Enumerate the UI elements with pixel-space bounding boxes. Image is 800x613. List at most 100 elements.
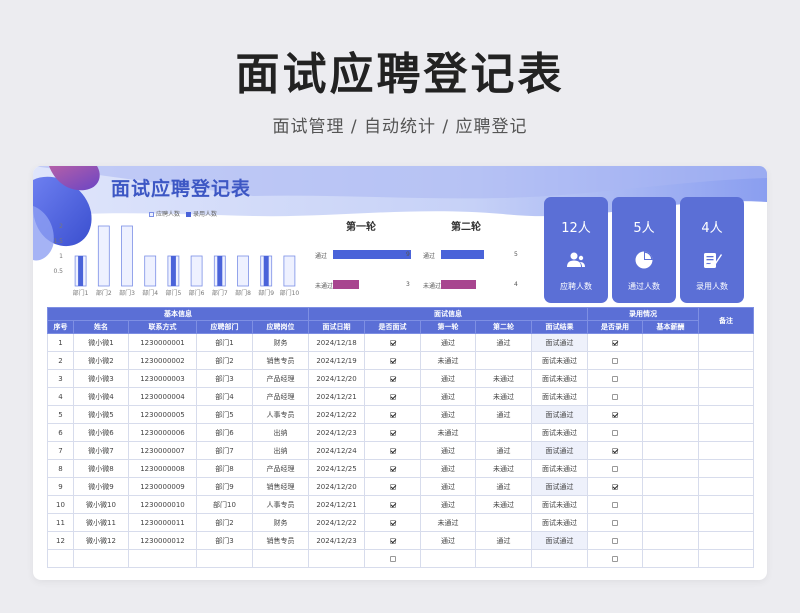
cell-name[interactable]: 微小微12 [73, 531, 129, 550]
cell-no[interactable]: 4 [47, 387, 74, 406]
cell-dept[interactable]: 部门2 [196, 351, 253, 370]
cell-hired[interactable] [587, 387, 644, 406]
cell-date[interactable]: 2024/12/25 [308, 459, 366, 478]
cell-result[interactable]: 面试未通过 [531, 459, 589, 478]
cell-hired[interactable] [587, 333, 644, 352]
cell-result[interactable]: 面试通过 [531, 405, 589, 424]
cell-phone[interactable]: 1230000009 [128, 477, 197, 496]
cell-no[interactable]: 6 [47, 423, 74, 442]
checkbox-hired[interactable] [612, 339, 619, 346]
cell-pos[interactable]: 人事专员 [251, 405, 310, 424]
cell-name[interactable]: 微小微5 [73, 405, 129, 424]
cell-result[interactable] [531, 549, 589, 568]
cell-no[interactable]: 5 [47, 405, 74, 424]
checkbox-hired[interactable] [612, 411, 619, 418]
cell-interviewed[interactable] [364, 405, 422, 424]
cell-interviewed[interactable] [364, 549, 422, 568]
cell-phone[interactable]: 1230000008 [128, 459, 197, 478]
cell-hired[interactable] [587, 459, 644, 478]
cell-result[interactable]: 面试通过 [531, 333, 589, 352]
checkbox-hired[interactable] [612, 429, 619, 436]
cell-phone[interactable]: 1230000007 [128, 441, 197, 460]
cell-interviewed[interactable] [364, 459, 422, 478]
cell-dept[interactable]: 部门7 [196, 441, 253, 460]
cell-r2[interactable] [475, 351, 533, 370]
cell-note[interactable] [698, 513, 755, 532]
cell-pos[interactable]: 销售经理 [251, 477, 310, 496]
cell-no[interactable]: 11 [47, 513, 74, 532]
cell-note[interactable] [698, 387, 755, 406]
cell-date[interactable]: 2024/12/22 [308, 513, 366, 532]
cell-r2[interactable]: 通过 [475, 405, 533, 424]
cell-no[interactable]: 1 [47, 333, 74, 352]
cell-pos[interactable]: 出纳 [251, 441, 310, 460]
cell-pos[interactable]: 财务 [251, 513, 310, 532]
cell-phone[interactable]: 1230000010 [128, 495, 197, 514]
cell-result[interactable]: 面试通过 [531, 441, 589, 460]
cell-name[interactable]: 微小微8 [73, 459, 129, 478]
cell-dept[interactable]: 部门4 [196, 387, 253, 406]
cell-r1[interactable]: 未通过 [420, 423, 477, 442]
cell-interviewed[interactable] [364, 351, 422, 370]
cell-r2[interactable]: 通过 [475, 477, 533, 496]
cell-note[interactable] [698, 549, 755, 568]
cell-r1[interactable]: 未通过 [420, 351, 477, 370]
cell-salary[interactable] [642, 351, 700, 370]
cell-salary[interactable] [642, 369, 700, 388]
cell-name[interactable]: 微小微1 [73, 333, 129, 352]
cell-pos[interactable]: 产品经理 [251, 369, 310, 388]
cell-salary[interactable] [642, 549, 700, 568]
cell-salary[interactable] [642, 405, 700, 424]
cell-r2[interactable]: 未通过 [475, 459, 533, 478]
cell-name[interactable]: 微小微9 [73, 477, 129, 496]
cell-note[interactable] [698, 477, 755, 496]
cell-r1[interactable] [420, 549, 477, 568]
cell-result[interactable]: 面试通过 [531, 477, 589, 496]
checkbox-hired[interactable] [612, 519, 619, 526]
cell-dept[interactable]: 部门1 [196, 333, 253, 352]
cell-result[interactable]: 面试未通过 [531, 369, 589, 388]
checkbox-interviewed[interactable] [389, 537, 396, 544]
cell-pos[interactable]: 销售专员 [251, 531, 310, 550]
cell-note[interactable] [698, 459, 755, 478]
cell-hired[interactable] [587, 477, 644, 496]
cell-salary[interactable] [642, 333, 700, 352]
cell-hired[interactable] [587, 549, 644, 568]
cell-note[interactable] [698, 369, 755, 388]
cell-r2[interactable]: 通过 [475, 441, 533, 460]
checkbox-hired[interactable] [612, 537, 619, 544]
cell-r2[interactable]: 通过 [475, 531, 533, 550]
checkbox-interviewed[interactable] [389, 447, 396, 454]
cell-name[interactable]: 微小微10 [73, 495, 129, 514]
cell-no[interactable]: 7 [47, 441, 74, 460]
cell-name[interactable] [73, 549, 129, 568]
cell-r1[interactable]: 通过 [420, 477, 477, 496]
cell-interviewed[interactable] [364, 531, 422, 550]
cell-phone[interactable]: 1230000012 [128, 531, 197, 550]
cell-date[interactable]: 2024/12/21 [308, 495, 366, 514]
checkbox-hired[interactable] [612, 483, 619, 490]
cell-phone[interactable]: 1230000002 [128, 351, 197, 370]
cell-note[interactable] [698, 405, 755, 424]
checkbox-interviewed[interactable] [389, 339, 396, 346]
cell-date[interactable]: 2024/12/24 [308, 441, 366, 460]
cell-phone[interactable] [128, 549, 197, 568]
cell-interviewed[interactable] [364, 423, 422, 442]
cell-date[interactable]: 2024/12/22 [308, 405, 366, 424]
cell-hired[interactable] [587, 513, 644, 532]
cell-salary[interactable] [642, 531, 700, 550]
cell-r2[interactable] [475, 513, 533, 532]
cell-note[interactable] [698, 333, 755, 352]
cell-note[interactable] [698, 441, 755, 460]
cell-dept[interactable]: 部门3 [196, 531, 253, 550]
cell-name[interactable]: 微小微4 [73, 387, 129, 406]
cell-phone[interactable]: 1230000006 [128, 423, 197, 442]
cell-salary[interactable] [642, 513, 700, 532]
cell-dept[interactable]: 部门3 [196, 369, 253, 388]
cell-dept[interactable] [196, 549, 253, 568]
cell-note[interactable] [698, 351, 755, 370]
cell-hired[interactable] [587, 351, 644, 370]
cell-pos[interactable]: 出纳 [251, 423, 310, 442]
cell-r2[interactable]: 通过 [475, 333, 533, 352]
cell-date[interactable]: 2024/12/19 [308, 351, 366, 370]
